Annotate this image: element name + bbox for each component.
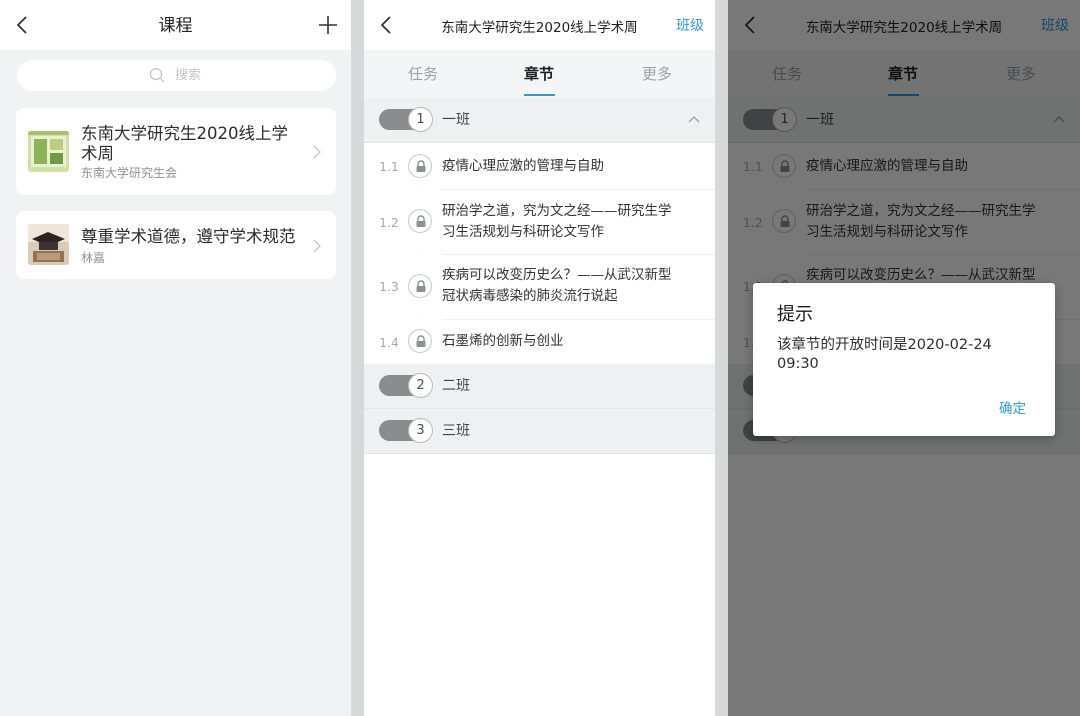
chevron-right-icon: [313, 239, 322, 253]
lock-icon: [408, 209, 432, 233]
dialog-title: 提示: [777, 304, 813, 325]
active-tab-indicator: [524, 94, 555, 96]
course-organizer: 东南大学研究生会: [81, 166, 178, 180]
chapter-number: 1.1: [379, 159, 399, 174]
search-icon: [149, 67, 165, 83]
page-title: 东南大学研究生2020线上学术周: [441, 20, 638, 36]
tab-tasks[interactable]: 任务: [408, 65, 438, 83]
dialog-message: 该章节的开放时间是2020-02-24 09:30: [777, 337, 992, 372]
add-icon[interactable]: [319, 16, 337, 34]
nav-bar: 东南大学研究生2020线上学术周 班级: [364, 0, 715, 50]
group-label: 一班: [442, 112, 470, 128]
class-group-1[interactable]: 1 一班: [364, 98, 715, 143]
lock-icon: [408, 154, 432, 178]
course-list-screen: 课程 搜索 东南大学研究生2020线上学术周 东南大学研究生会 尊重学术道德，遵…: [0, 0, 351, 716]
chapter-number: 1.2: [379, 215, 399, 230]
group-toggle[interactable]: 1: [379, 107, 433, 132]
confirm-button[interactable]: 确定: [999, 401, 1026, 418]
course-card[interactable]: 东南大学研究生2020线上学术周 东南大学研究生会: [16, 108, 336, 195]
chapter-number: 1.3: [379, 279, 399, 294]
class-group-3[interactable]: 3 三班: [364, 409, 715, 454]
chapter-item[interactable]: 1.3 疾病可以改变历史么？——从武汉新型冠状病毒感染的肺炎流行说起: [364, 255, 715, 319]
chapter-title: 疾病可以改变历史么？——从武汉新型冠状病毒感染的肺炎流行说起: [442, 267, 672, 304]
group-toggle[interactable]: 3: [379, 418, 433, 443]
course-thumbnail: [28, 224, 69, 265]
chapter-item[interactable]: 1.2 研治学之道，究为文之经——研究生学习生活规划与科研论文写作: [364, 190, 715, 254]
back-arrow-icon[interactable]: [376, 14, 398, 36]
group-toggle[interactable]: 2: [379, 373, 433, 398]
group-number: 3: [408, 418, 433, 443]
chapter-number: 1.4: [379, 335, 399, 350]
search-placeholder: 搜索: [175, 68, 202, 83]
page-title: 课程: [158, 16, 193, 36]
chapter-item[interactable]: 1.4 石墨烯的创新与创业: [364, 320, 715, 364]
chapter-screen: 东南大学研究生2020线上学术周 班级 任务 章节 更多 1 一班 1.1 疫情…: [364, 0, 715, 716]
alert-dialog: 提示 该章节的开放时间是2020-02-24 09:30 确定: [753, 283, 1055, 436]
chapter-item[interactable]: 1.1 疫情心理应激的管理与自助: [364, 144, 715, 189]
chevron-up-icon[interactable]: [688, 115, 700, 123]
class-group-2[interactable]: 2 二班: [364, 364, 715, 409]
course-title: 东南大学研究生2020线上学术周: [81, 124, 288, 163]
chevron-right-icon: [313, 145, 322, 159]
course-organizer: 林嘉: [81, 251, 106, 265]
chapter-screen-with-dialog: 东南大学研究生2020线上学术周 班级 任务 章节 更多 1 一班 1.1 疫情…: [728, 0, 1080, 716]
nav-bar: 课程: [0, 0, 351, 50]
group-number: 2: [408, 373, 433, 398]
chapter-title: 石墨烯的创新与创业: [442, 333, 564, 349]
tab-chapters[interactable]: 章节: [524, 65, 554, 83]
search-input[interactable]: 搜索: [17, 60, 336, 91]
lock-icon: [408, 329, 432, 353]
chapter-title: 疫情心理应激的管理与自助: [442, 158, 604, 174]
tab-bar: 任务 章节 更多: [364, 50, 715, 98]
course-title: 尊重学术道德，遵守学术规范: [81, 227, 296, 246]
chapter-title: 研治学之道，究为文之经——研究生学习生活规划与科研论文写作: [442, 203, 672, 240]
group-number: 1: [408, 107, 433, 132]
group-label: 二班: [442, 378, 470, 394]
group-label: 三班: [442, 423, 470, 439]
class-link[interactable]: 班级: [676, 17, 704, 35]
tab-more[interactable]: 更多: [642, 65, 672, 83]
lock-icon: [408, 274, 432, 298]
course-thumbnail: [28, 131, 69, 172]
course-card[interactable]: 尊重学术道德，遵守学术规范 林嘉: [16, 211, 336, 279]
back-arrow-icon[interactable]: [12, 14, 34, 36]
